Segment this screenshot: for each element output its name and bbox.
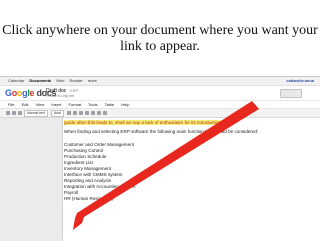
font-select[interactable]: Arial — [50, 109, 64, 117]
underline-icon[interactable] — [78, 111, 83, 115]
redo-icon[interactable] — [12, 111, 16, 115]
share-button[interactable] — [280, 89, 302, 98]
slide-title: Click anywhere on your document where yo… — [2, 23, 318, 54]
document-header: Google docs Draft doc ERP Private to onl… — [0, 86, 320, 101]
privacy-status: Private to only me — [46, 94, 75, 98]
highlighted-text[interactable]: guide often this leads to, shall we say … — [64, 120, 221, 125]
nav-more[interactable]: more — [88, 78, 97, 83]
menu-edit[interactable]: Edit — [22, 102, 29, 107]
print-icon[interactable] — [18, 111, 22, 115]
bold-icon[interactable] — [66, 111, 71, 115]
nav-documents[interactable]: Documents — [29, 78, 51, 83]
paragraph-style-select[interactable]: Normal text — [24, 109, 48, 117]
formatting-toolbar: Normal text Arial — [0, 109, 320, 118]
list-item[interactable]: HR (Human Resources) — [64, 196, 113, 202]
menu-bar: File Edit View Insert Format Tools Table… — [0, 101, 320, 109]
document-canvas: guide often this leads to, shall we say … — [0, 118, 320, 241]
document-meta: ERP — [70, 88, 79, 93]
nav-calendar[interactable]: Calendar — [8, 78, 24, 83]
numbered-list-icon[interactable] — [96, 111, 101, 115]
menu-format[interactable]: Format — [68, 102, 81, 107]
undo-icon[interactable] — [6, 111, 10, 115]
google-docs-window: Calendar Documents Web Reader more caban… — [0, 76, 320, 241]
nav-web[interactable]: Web — [56, 78, 64, 83]
google-bar: Calendar Documents Web Reader more caban… — [0, 77, 320, 86]
intro-paragraph[interactable]: When finding and selecting ERP software … — [64, 129, 258, 135]
google-bar-nav: Calendar Documents Web Reader more — [8, 77, 101, 85]
nav-reader[interactable]: Reader — [70, 78, 83, 83]
text-color-icon[interactable] — [84, 111, 89, 115]
menu-view[interactable]: View — [36, 102, 45, 107]
menu-file[interactable]: File — [8, 102, 14, 107]
italic-icon[interactable] — [72, 111, 77, 115]
bulleted-list-icon[interactable] — [102, 111, 107, 115]
menu-table[interactable]: Table — [105, 102, 115, 107]
menu-help[interactable]: Help — [121, 102, 129, 107]
menu-insert[interactable]: Insert — [51, 102, 61, 107]
account-name[interactable]: cabanela.anna — [286, 77, 314, 85]
link-icon[interactable] — [90, 111, 95, 115]
menu-tools[interactable]: Tools — [88, 102, 97, 107]
